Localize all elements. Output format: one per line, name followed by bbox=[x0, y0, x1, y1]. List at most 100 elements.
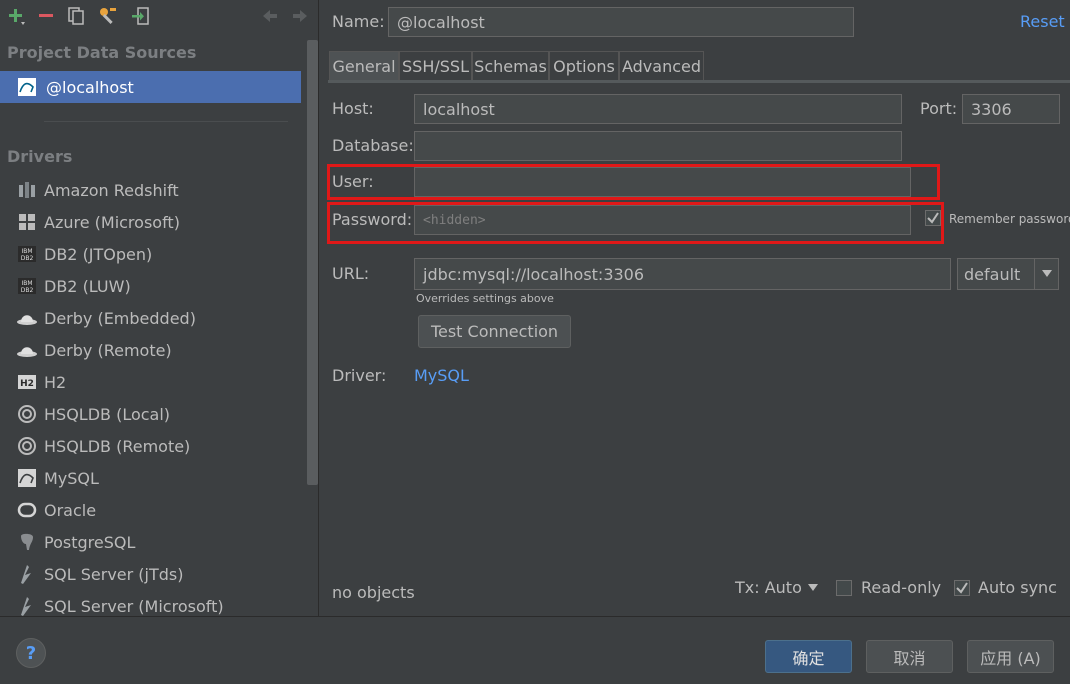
properties-wrench-icon[interactable] bbox=[96, 4, 120, 28]
autosync-label: Auto sync bbox=[978, 578, 1057, 597]
hsqldb-icon bbox=[16, 403, 38, 425]
svg-text:DB2: DB2 bbox=[21, 255, 34, 262]
checkmark-icon bbox=[956, 582, 968, 594]
autosync-checkbox[interactable] bbox=[954, 580, 970, 596]
mysql-icon bbox=[16, 467, 38, 489]
copy-icon[interactable] bbox=[64, 4, 88, 28]
driver-label: Amazon Redshift bbox=[44, 180, 179, 200]
driver-item-derby-embedded[interactable]: Derby (Embedded) bbox=[0, 303, 300, 333]
tx-mode-dropdown[interactable]: Tx: Auto bbox=[735, 578, 818, 597]
objects-status: no objects bbox=[332, 583, 415, 602]
host-input[interactable]: localhost bbox=[414, 94, 902, 124]
forward-arrow-icon[interactable] bbox=[288, 4, 312, 28]
url-hint: Overrides settings above bbox=[416, 292, 554, 305]
driver-item-mysql[interactable]: MySQL bbox=[0, 463, 300, 493]
test-connection-button[interactable]: Test Connection bbox=[418, 315, 571, 348]
driver-item-hsqldb-local[interactable]: HSQLDB (Local) bbox=[0, 399, 300, 429]
name-input[interactable]: @localhost bbox=[388, 7, 854, 37]
chevron-down-icon bbox=[807, 583, 818, 591]
driver-label: Derby (Embedded) bbox=[44, 308, 196, 328]
reset-link[interactable]: Reset bbox=[1020, 12, 1065, 31]
user-highlight-box bbox=[327, 164, 940, 200]
driver-item-oracle[interactable]: Oracle bbox=[0, 495, 300, 525]
name-label: Name: bbox=[332, 12, 385, 31]
url-mode-select[interactable]: default bbox=[957, 258, 1059, 290]
driver-label: Driver: bbox=[332, 366, 387, 385]
cancel-button[interactable]: 取消 bbox=[866, 640, 953, 673]
checkmark-icon bbox=[927, 212, 939, 224]
import-icon[interactable] bbox=[128, 4, 152, 28]
postgresql-icon bbox=[16, 531, 38, 553]
url-label: URL: bbox=[332, 264, 370, 283]
driver-label: SQL Server (Microsoft) bbox=[44, 596, 224, 616]
driver-label: MySQL bbox=[44, 468, 99, 488]
driver-item-h2[interactable]: H2 H2 bbox=[0, 367, 300, 397]
ok-button[interactable]: 确定 bbox=[765, 640, 852, 673]
driver-item-amazon-redshift[interactable]: Amazon Redshift bbox=[0, 175, 300, 205]
ibm-db2-icon: IBM DB2 bbox=[16, 243, 38, 265]
back-arrow-icon[interactable] bbox=[258, 4, 282, 28]
project-data-sources-header: Project Data Sources bbox=[7, 43, 197, 62]
driver-item-hsqldb-remote[interactable]: HSQLDB (Remote) bbox=[0, 431, 300, 461]
database-label: Database: bbox=[332, 136, 414, 155]
password-highlight-box bbox=[327, 202, 944, 244]
tab-general[interactable]: General bbox=[329, 51, 399, 81]
driver-label: SQL Server (jTds) bbox=[44, 564, 184, 584]
drivers-header: Drivers bbox=[7, 147, 73, 166]
remember-password-checkbox[interactable] bbox=[925, 210, 941, 226]
sidebar-scrollbar[interactable] bbox=[307, 40, 318, 485]
svg-text:IBM: IBM bbox=[21, 248, 32, 255]
help-button[interactable]: ? bbox=[16, 638, 46, 668]
tab-underline bbox=[328, 80, 1070, 83]
port-input[interactable]: 3306 bbox=[962, 94, 1060, 124]
readonly-label: Read-only bbox=[861, 578, 942, 597]
driver-link[interactable]: MySQL bbox=[414, 366, 469, 385]
driver-label: HSQLDB (Remote) bbox=[44, 436, 191, 456]
svg-text:IBM: IBM bbox=[21, 280, 32, 287]
chevron-down-icon bbox=[1034, 259, 1058, 289]
driver-item-sqlserver-jtds[interactable]: SQL Server (jTds) bbox=[0, 559, 300, 589]
driver-label: Azure (Microsoft) bbox=[44, 212, 180, 232]
driver-label: DB2 (LUW) bbox=[44, 276, 131, 296]
tx-mode-label: Tx: Auto bbox=[735, 578, 802, 597]
url-mode-value: default bbox=[964, 264, 1021, 284]
tab-schemas[interactable]: Schemas bbox=[472, 51, 549, 81]
sqlserver-icon bbox=[16, 595, 38, 616]
tab-advanced[interactable]: Advanced bbox=[619, 51, 704, 81]
driver-item-sqlserver-microsoft[interactable]: SQL Server (Microsoft) bbox=[0, 591, 300, 616]
database-input[interactable] bbox=[414, 131, 902, 161]
driver-item-postgresql[interactable]: PostgreSQL bbox=[0, 527, 300, 557]
apply-button[interactable]: 应用 (A) bbox=[967, 640, 1054, 673]
readonly-checkbox[interactable] bbox=[836, 580, 852, 596]
host-label: Host: bbox=[332, 99, 374, 118]
derby-hat-icon bbox=[16, 307, 38, 329]
data-source-item-localhost[interactable]: @localhost bbox=[0, 71, 301, 103]
driver-item-derby-remote[interactable]: Derby (Remote) bbox=[0, 335, 300, 365]
data-source-label: @localhost bbox=[46, 77, 134, 97]
hsqldb-icon bbox=[16, 435, 38, 457]
tab-options[interactable]: Options bbox=[549, 51, 619, 81]
redshift-icon bbox=[16, 179, 38, 201]
mysql-icon bbox=[16, 76, 38, 98]
url-input[interactable]: jdbc:mysql://localhost:3306 bbox=[414, 258, 951, 290]
windows-icon bbox=[16, 211, 38, 233]
driver-label: Oracle bbox=[44, 500, 97, 520]
driver-label: PostgreSQL bbox=[44, 532, 136, 552]
ibm-db2-icon: IBM DB2 bbox=[16, 275, 38, 297]
driver-label: DB2 (JTOpen) bbox=[44, 244, 153, 264]
sqlserver-icon bbox=[16, 563, 38, 585]
remember-password-label: Remember password bbox=[949, 212, 1070, 226]
derby-hat-icon bbox=[16, 339, 38, 361]
driver-label: H2 bbox=[44, 372, 67, 392]
driver-label: Derby (Remote) bbox=[44, 340, 172, 360]
driver-item-azure[interactable]: Azure (Microsoft) bbox=[0, 207, 300, 237]
divider bbox=[44, 121, 288, 122]
remove-icon[interactable] bbox=[34, 4, 58, 28]
tab-ssh-ssl[interactable]: SSH/SSL bbox=[399, 51, 472, 81]
driver-item-db2-luw[interactable]: IBM DB2 DB2 (LUW) bbox=[0, 271, 300, 301]
svg-text:DB2: DB2 bbox=[21, 287, 34, 294]
add-icon[interactable] bbox=[4, 4, 28, 28]
port-label: Port: bbox=[920, 99, 958, 118]
driver-label: HSQLDB (Local) bbox=[44, 404, 171, 424]
driver-item-db2-jtopen[interactable]: IBM DB2 DB2 (JTOpen) bbox=[0, 239, 300, 269]
